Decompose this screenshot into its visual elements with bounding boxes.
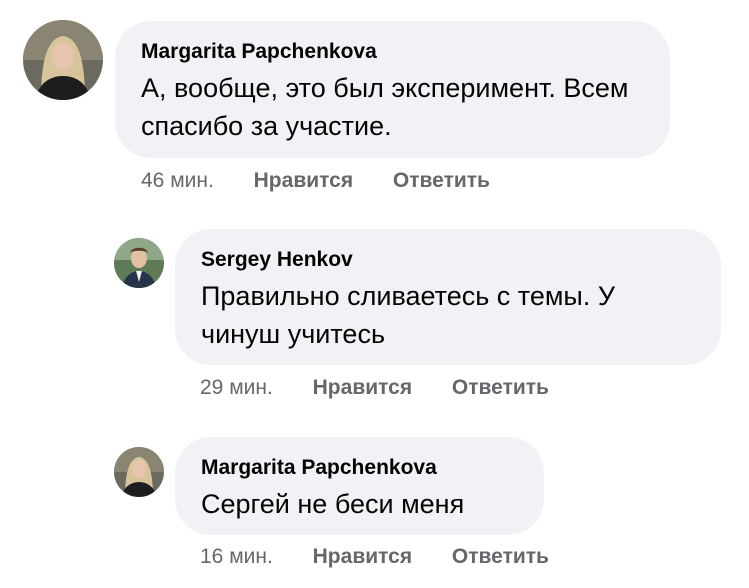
avatar[interactable] <box>114 447 164 497</box>
comment-timestamp[interactable]: 16 мин. <box>200 544 273 570</box>
comment-bubble: Sergey Henkov Правильно сливаетесь с тем… <box>175 229 721 365</box>
comment-bubble: Margarita Papchenkova А, вообще, это был… <box>115 21 670 158</box>
comment-bubble: Margarita Papchenkova Сергей не беси мен… <box>175 437 544 535</box>
avatar-photo-sergey <box>114 238 164 288</box>
comment-timestamp[interactable]: 29 мин. <box>200 375 273 401</box>
like-button[interactable]: Нравится <box>254 168 353 194</box>
comment-actions: 16 мин. Нравится Ответить <box>200 544 549 570</box>
avatar[interactable] <box>23 20 103 100</box>
avatar-photo-margarita <box>23 20 103 100</box>
avatar-photo-margarita <box>114 447 164 497</box>
reply-button[interactable]: Ответить <box>393 168 490 194</box>
comment-text: А, вообще, это был эксперимент. Всем спа… <box>141 73 629 141</box>
comment-author[interactable]: Sergey Henkov <box>201 247 695 273</box>
reply-button[interactable]: Ответить <box>452 544 549 570</box>
avatar[interactable] <box>114 238 164 288</box>
like-button[interactable]: Нравится <box>313 544 412 570</box>
comment-author[interactable]: Margarita Papchenkova <box>141 39 644 65</box>
comment-text: Сергей не беси меня <box>201 489 465 519</box>
comment-actions: 46 мин. Нравится Ответить <box>141 168 490 194</box>
like-button[interactable]: Нравится <box>313 375 412 401</box>
comment-text: Правильно сливаетесь с темы. У чинуш учи… <box>201 281 615 349</box>
comment-timestamp[interactable]: 46 мин. <box>141 168 214 194</box>
comment-author[interactable]: Margarita Papchenkova <box>201 455 518 481</box>
reply-button[interactable]: Ответить <box>452 375 549 401</box>
comment-actions: 29 мин. Нравится Ответить <box>200 375 549 401</box>
